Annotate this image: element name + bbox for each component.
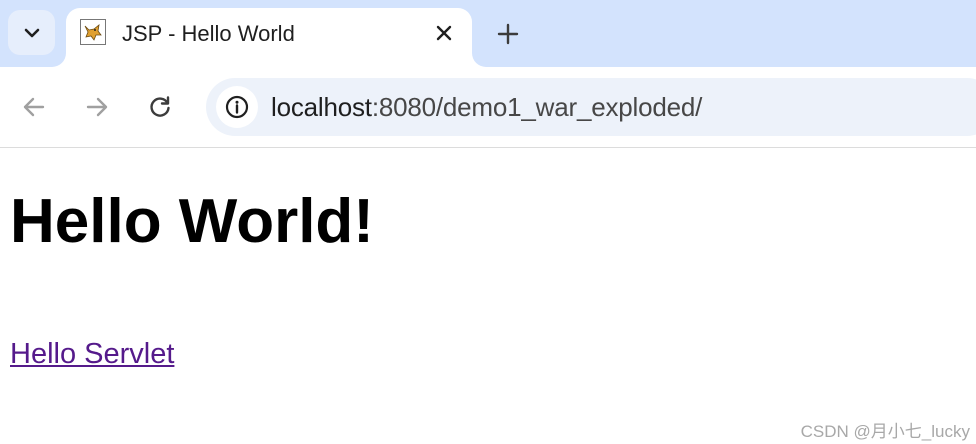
back-button[interactable] [18, 91, 50, 123]
close-icon [436, 25, 452, 41]
address-bar[interactable]: localhost:8080/demo1_war_exploded/ [206, 78, 976, 136]
new-tab-button[interactable] [494, 20, 522, 48]
reload-button[interactable] [144, 91, 176, 123]
arrow-left-icon [23, 97, 45, 117]
info-icon [225, 95, 249, 119]
tomcat-favicon [80, 19, 106, 45]
browser-toolbar: localhost:8080/demo1_war_exploded/ [0, 67, 976, 148]
hello-servlet-link[interactable]: Hello Servlet [10, 338, 174, 371]
url-host: localhost [271, 92, 372, 122]
page-content: Hello World! Hello Servlet CSDN @月小七_luc… [0, 149, 976, 444]
plus-icon [497, 23, 519, 45]
watermark: CSDN @月小七_lucky [800, 422, 970, 441]
url-text: localhost:8080/demo1_war_exploded/ [271, 92, 702, 123]
arrow-right-icon [86, 97, 108, 117]
site-info-button[interactable] [216, 86, 258, 128]
forward-button[interactable] [81, 91, 113, 123]
tab-title: JSP - Hello World [122, 21, 295, 46]
page-heading: Hello World! [10, 187, 374, 256]
tab-strip: JSP - Hello World [0, 0, 976, 67]
tab-close-button[interactable] [432, 21, 456, 45]
tab-search-button[interactable] [8, 10, 55, 55]
reload-icon [150, 96, 170, 117]
url-path: :8080/demo1_war_exploded/ [371, 92, 703, 122]
chevron-down-icon [24, 28, 39, 37]
tab-active[interactable]: JSP - Hello World [66, 8, 472, 67]
